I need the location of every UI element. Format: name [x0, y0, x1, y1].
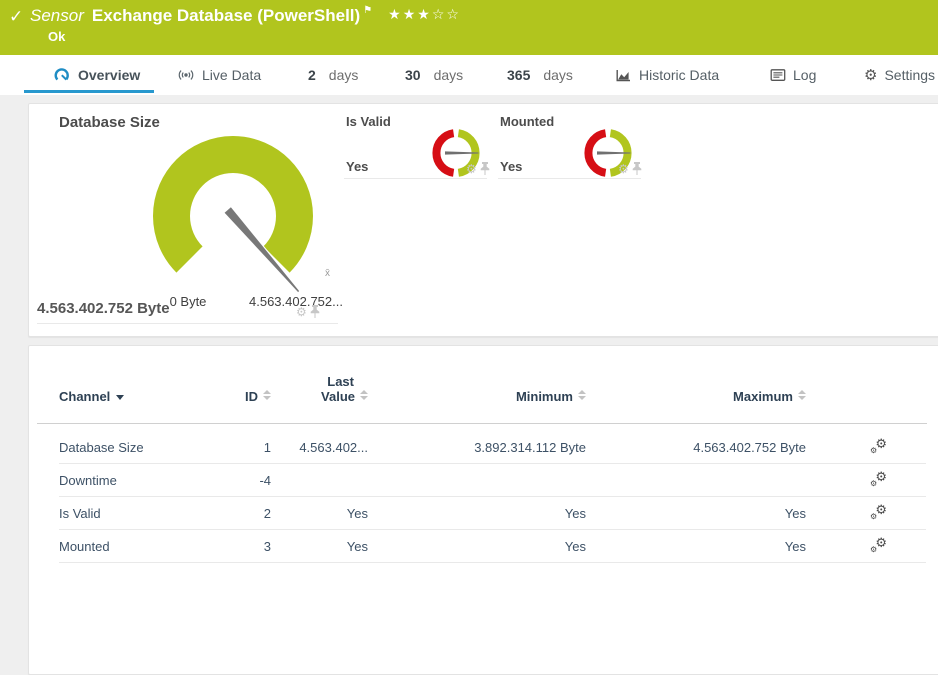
tab-label: 30	[405, 67, 421, 83]
active-tab-underline	[24, 90, 154, 93]
object-kind-label: Sensor	[30, 6, 84, 25]
table-row[interactable]: Is Valid 2 Yes Yes Yes ⚙⚙	[59, 497, 926, 530]
tab-365-days[interactable]: 365days	[507, 55, 573, 95]
channel-name[interactable]: Database Size	[59, 440, 209, 455]
column-header-channel[interactable]: Channel	[59, 389, 209, 406]
table-row[interactable]: Downtime -4 ⚙⚙	[59, 464, 926, 497]
tab-label: 365	[507, 67, 530, 83]
channel-table-panel: Channel ID Last Value Minimum Maximum Da…	[28, 345, 938, 675]
gear-icon: ⚙	[864, 66, 877, 84]
mean-marker: x̄	[325, 268, 330, 279]
tab-bar: Overview Live Data 2days 30days 365days …	[0, 55, 938, 95]
pin-icon[interactable]	[480, 162, 490, 175]
live-icon	[177, 68, 195, 82]
channel-settings-gear-icon[interactable]: ⚙	[466, 163, 477, 175]
gauge-title-is-valid: Is Valid	[346, 114, 391, 129]
overview-page: Database Size x̄ 0 Byte 4.563.402.752...…	[0, 95, 938, 561]
channel-settings-gear-icon[interactable]: ⚙	[618, 163, 629, 175]
priority-stars[interactable]: ★★★☆☆	[388, 6, 461, 22]
column-header-maximum[interactable]: Maximum	[586, 389, 806, 406]
sort-desc-icon	[116, 395, 124, 400]
gauge-value-mounted: Yes	[500, 159, 522, 174]
tab-label: Overview	[78, 67, 140, 83]
tab-settings[interactable]: ⚙ Settings	[864, 55, 935, 95]
channel-maximum: 4.563.402.752 Byte	[586, 440, 806, 455]
sort-icon	[360, 390, 368, 400]
channel-table-body: Database Size 1 4.563.402... 3.892.314.1…	[59, 431, 926, 563]
tab-log[interactable]: Log	[770, 55, 816, 95]
edit-channel-gears-icon[interactable]: ⚙⚙	[870, 471, 887, 487]
tab-label: Live Data	[202, 67, 261, 83]
stars-filled[interactable]: ★★★	[388, 6, 432, 22]
priority-flag-icon[interactable]: ⚑	[363, 5, 372, 16]
pin-icon[interactable]	[632, 162, 642, 175]
edit-channel-gears-icon[interactable]: ⚙⚙	[870, 438, 887, 454]
gauges-panel: Database Size x̄ 0 Byte 4.563.402.752...…	[28, 103, 938, 337]
channel-settings-gear-icon[interactable]: ⚙	[296, 306, 307, 318]
sensor-header: ✓ Sensor Exchange Database (PowerShell)⚑ ★…	[0, 0, 938, 55]
tab-label: 2	[308, 67, 316, 83]
column-header-minimum[interactable]: Minimum	[368, 389, 586, 406]
card-divider	[344, 178, 487, 179]
channel-minimum: Yes	[368, 506, 586, 521]
channel-name[interactable]: Downtime	[59, 473, 209, 488]
sort-icon	[798, 390, 806, 400]
area-chart-icon	[615, 68, 632, 83]
gauge-value-database-size: 4.563.402.752 Byte	[37, 300, 170, 317]
edit-channel-gears-icon[interactable]: ⚙⚙	[870, 537, 887, 553]
sensor-status-badge: Ok	[48, 29, 65, 44]
gauge-value-is-valid: Yes	[346, 159, 368, 174]
channel-minimum: 3.892.314.112 Byte	[368, 440, 586, 455]
table-row[interactable]: Mounted 3 Yes Yes Yes ⚙⚙	[59, 530, 926, 563]
channel-last-value: Yes	[271, 506, 368, 521]
log-icon	[770, 68, 786, 82]
channel-name[interactable]: Is Valid	[59, 506, 209, 521]
gauge-title-mounted: Mounted	[500, 114, 554, 129]
table-row[interactable]: Database Size 1 4.563.402... 3.892.314.1…	[59, 431, 926, 464]
channel-id: 1	[209, 440, 271, 455]
edit-channel-gears-icon[interactable]: ⚙⚙	[870, 504, 887, 520]
card-divider	[37, 323, 338, 324]
tab-historic-data[interactable]: Historic Data	[615, 55, 719, 95]
gauge-icon	[53, 67, 71, 83]
card-divider	[498, 178, 641, 179]
channel-id: -4	[209, 473, 271, 488]
sort-icon	[263, 390, 271, 400]
sensor-title: Exchange Database (PowerShell)	[92, 6, 360, 25]
tab-live-data[interactable]: Live Data	[177, 55, 261, 95]
channel-id: 3	[209, 539, 271, 554]
sort-icon	[578, 390, 586, 400]
channel-maximum: Yes	[586, 539, 806, 554]
stars-empty[interactable]: ☆☆	[432, 6, 461, 22]
pin-icon[interactable]	[310, 305, 320, 318]
channel-name[interactable]: Mounted	[59, 539, 209, 554]
tab-30-days[interactable]: 30days	[405, 55, 463, 95]
channel-last-value: 4.563.402...	[271, 440, 368, 455]
column-header-id[interactable]: ID	[209, 389, 271, 406]
channel-minimum: Yes	[368, 539, 586, 554]
tab-2-days[interactable]: 2days	[308, 55, 358, 95]
ok-check-icon: ✓	[9, 7, 23, 27]
table-header-divider	[37, 423, 927, 424]
tab-overview[interactable]: Overview	[53, 55, 140, 95]
channel-last-value: Yes	[271, 539, 368, 554]
tab-label: Settings	[884, 67, 935, 83]
channel-id: 2	[209, 506, 271, 521]
channel-maximum: Yes	[586, 506, 806, 521]
tab-label: Log	[793, 67, 816, 83]
column-header-last-value[interactable]: Last Value	[271, 374, 368, 406]
tab-label: Historic Data	[639, 67, 719, 83]
channel-table-header: Channel ID Last Value Minimum Maximum	[59, 374, 926, 406]
database-size-gauge	[143, 124, 323, 296]
